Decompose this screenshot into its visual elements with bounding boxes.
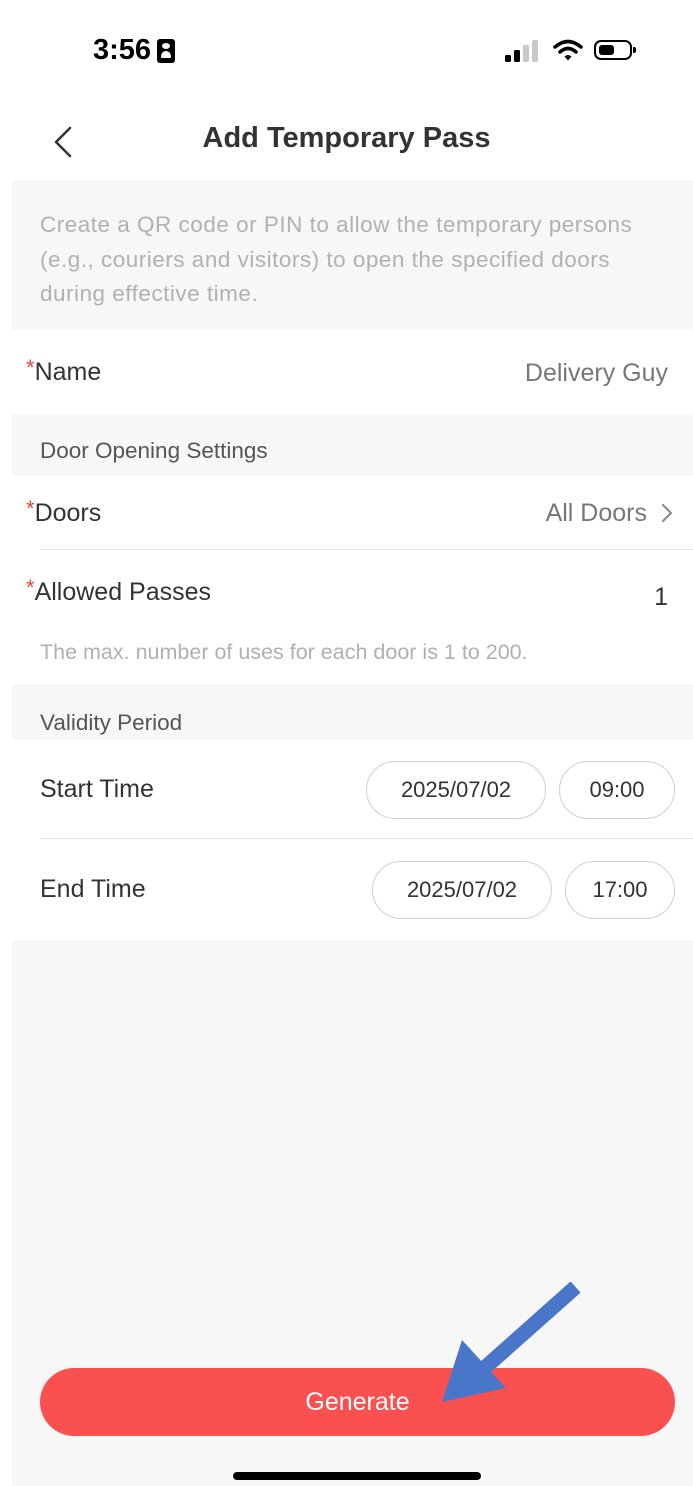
start-time-label: Start Time [40, 775, 154, 803]
doors-label-text: Doors [34, 499, 102, 527]
name-value[interactable]: Delivery Guy [525, 359, 668, 388]
validity-label: Validity Period [40, 710, 183, 735]
required-mark: * [26, 575, 35, 600]
name-label-text: Name [34, 358, 102, 386]
chevron-right-icon[interactable] [661, 503, 673, 523]
cellular-signal-icon [505, 40, 541, 62]
end-time-button[interactable]: 17:00 [565, 861, 675, 919]
home-indicator[interactable] [233, 1472, 481, 1480]
battery-icon [594, 40, 636, 60]
allowed-passes-label-text: Allowed Passes [34, 578, 212, 606]
end-time-label: End Time [40, 875, 146, 903]
status-time-text: 3:56 [93, 34, 152, 66]
name-label: *Name [26, 355, 102, 387]
end-date-button[interactable]: 2025/07/02 [372, 861, 552, 919]
required-mark: * [26, 496, 35, 521]
contact-card-icon [157, 38, 176, 63]
doors-value[interactable]: All Doors [546, 499, 647, 528]
generate-button[interactable]: Generate [40, 1368, 675, 1436]
door-settings-label: Door Opening Settings [40, 438, 268, 463]
doors-label: *Doors [26, 496, 102, 528]
status-time: 3:56 [93, 34, 176, 67]
required-mark: * [26, 355, 35, 380]
allowed-passes-label: *Allowed Passes [26, 575, 212, 607]
description-text: Create a QR code or PIN to allow the tem… [40, 212, 633, 306]
wifi-icon [553, 39, 583, 61]
allowed-passes-value[interactable]: 1 [654, 583, 668, 612]
start-date-button[interactable]: 2025/07/02 [366, 761, 546, 819]
allowed-passes-hint: The max. number of uses for each door is… [40, 640, 528, 664]
page-title: Add Temporary Pass [202, 122, 491, 154]
start-time-button[interactable]: 09:00 [559, 761, 675, 819]
